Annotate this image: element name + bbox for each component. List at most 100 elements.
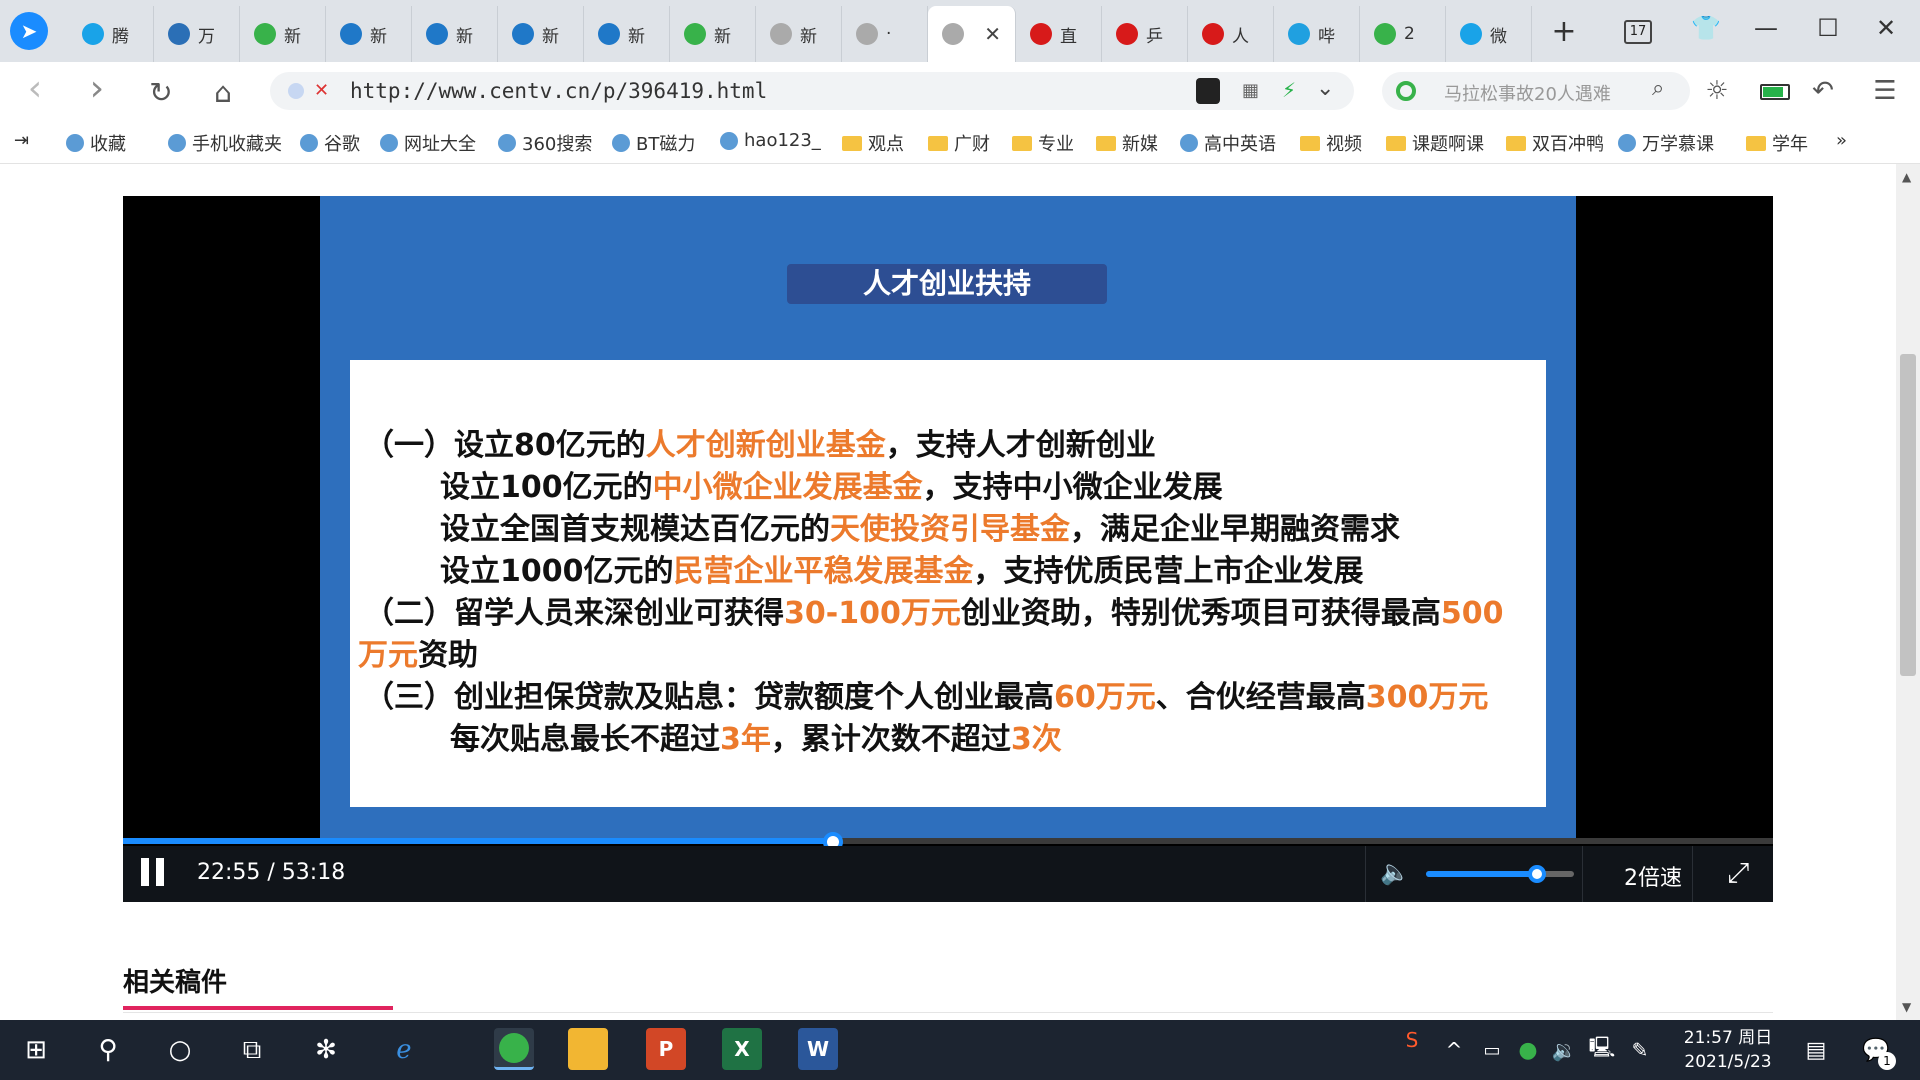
scrollbar-thumb[interactable] bbox=[1900, 354, 1916, 676]
tab-8[interactable]: 新 bbox=[756, 6, 842, 62]
bookmark-3[interactable]: 网址大全 bbox=[380, 130, 476, 156]
cortana-icon[interactable]: ○ bbox=[160, 1030, 200, 1070]
sun-icon[interactable]: ☼ bbox=[1700, 76, 1734, 106]
bookmark-2[interactable]: 谷歌 bbox=[300, 130, 360, 156]
tab-label: 2 bbox=[1404, 24, 1415, 44]
tab-12[interactable]: 乒 bbox=[1102, 6, 1188, 62]
address-bar[interactable]: ✕ http://www.centv.cn/p/396419.html ▦ ⚡ … bbox=[270, 72, 1354, 110]
speaker-icon[interactable]: 🔉 bbox=[1544, 1030, 1584, 1070]
video-play-icon bbox=[82, 23, 104, 45]
extension-icon[interactable] bbox=[1196, 78, 1220, 104]
home-button[interactable]: ⌂ bbox=[206, 76, 240, 109]
notes-icon[interactable]: ▤ bbox=[1796, 1030, 1836, 1070]
lightning-icon[interactable]: ⚡ bbox=[1282, 78, 1296, 102]
shirt-icon[interactable]: 👕 bbox=[1686, 14, 1726, 42]
tab-1[interactable]: 万 bbox=[154, 6, 240, 62]
tab-0[interactable]: 腾 bbox=[68, 6, 154, 62]
tab-11[interactable]: 直 bbox=[1016, 6, 1102, 62]
battery-tray-icon[interactable]: ▭ bbox=[1472, 1030, 1512, 1070]
bookmark-11[interactable]: 高中英语 bbox=[1180, 130, 1276, 156]
reload-button[interactable]: ↻ bbox=[144, 76, 178, 109]
chevron-up-icon[interactable]: ^ bbox=[1434, 1030, 1474, 1070]
bookmark-7[interactable]: 观点 bbox=[842, 130, 904, 156]
slide-line: （二）留学人员来深创业可获得30-100万元创业资助，特别优秀项目可获得最高50… bbox=[364, 588, 1503, 632]
bookmark-14[interactable]: 双百冲鸭 bbox=[1506, 130, 1604, 156]
pen-icon[interactable]: ✎ bbox=[1620, 1030, 1660, 1070]
bookmark-label: 专业 bbox=[1038, 134, 1074, 155]
tab-9[interactable]: · bbox=[842, 6, 928, 62]
bookmark-12[interactable]: 视频 bbox=[1300, 130, 1362, 156]
bookmark-1[interactable]: 手机收藏夹 bbox=[168, 130, 282, 156]
more-bookmarks-button[interactable]: » bbox=[1836, 130, 1847, 151]
fullscreen-icon[interactable]: ⤢ bbox=[1727, 856, 1749, 890]
url-text[interactable]: http://www.centv.cn/p/396419.html bbox=[350, 79, 767, 103]
task-view-icon[interactable]: ⧉ bbox=[232, 1030, 272, 1070]
ie-icon[interactable]: ℯ bbox=[384, 1030, 424, 1070]
menu-icon[interactable]: ☰ bbox=[1868, 76, 1902, 106]
bookmark-16[interactable]: 学年 bbox=[1746, 130, 1808, 156]
bookmark-9[interactable]: 专业 bbox=[1012, 130, 1074, 156]
scroll-up-icon[interactable]: ▲ bbox=[1902, 170, 1911, 184]
excel-icon[interactable]: X bbox=[722, 1028, 762, 1070]
bookmark-5[interactable]: BT磁力 bbox=[612, 130, 695, 156]
battery-icon[interactable] bbox=[1760, 84, 1790, 100]
volume-handle[interactable] bbox=[1528, 865, 1546, 883]
tab-4[interactable]: 新 bbox=[412, 6, 498, 62]
network-icon[interactable]: 🖳 bbox=[1582, 1030, 1622, 1070]
360-tray-icon[interactable]: ● bbox=[1508, 1030, 1548, 1070]
bookmark-13[interactable]: 课题啊课 bbox=[1386, 130, 1484, 156]
360-search-icon[interactable] bbox=[1396, 81, 1416, 101]
sidebar-toggle-icon[interactable]: ⇥ bbox=[14, 130, 29, 151]
speed-button[interactable]: 2倍速 bbox=[1603, 860, 1703, 892]
search-icon[interactable]: ⚲ bbox=[88, 1030, 128, 1070]
windows-start-icon[interactable]: ⊞ bbox=[16, 1030, 56, 1070]
minimize-button[interactable]: — bbox=[1746, 14, 1786, 42]
volume-icon[interactable]: 🔈 bbox=[1380, 858, 1410, 886]
search-box[interactable]: 马拉松事故20人遇难 ⌕ bbox=[1382, 72, 1690, 110]
bookmark-10[interactable]: 新媒 bbox=[1096, 130, 1158, 156]
back-button[interactable]: ‹ bbox=[18, 68, 52, 109]
pause-button[interactable] bbox=[135, 858, 169, 892]
tab-13[interactable]: 人 bbox=[1188, 6, 1274, 62]
word-icon[interactable]: W bbox=[798, 1028, 838, 1070]
tab-2[interactable]: 新 bbox=[240, 6, 326, 62]
powerpoint-icon[interactable]: P bbox=[646, 1028, 686, 1070]
browser-logo-icon[interactable]: ➤ bbox=[10, 12, 48, 50]
bookmark-4[interactable]: 360搜索 bbox=[498, 130, 592, 156]
slide-content: （一）设立80亿元的人才创新创业基金，支持人才创新创业 设立100亿元的中小微企业… bbox=[350, 360, 1546, 807]
tab-count-badge[interactable]: 17 bbox=[1624, 20, 1652, 44]
pinwheel-icon[interactable]: ✻ bbox=[306, 1030, 346, 1070]
undo-icon[interactable]: ↶ bbox=[1806, 76, 1840, 106]
tab-15[interactable]: 2 bbox=[1360, 6, 1446, 62]
taskbar-clock[interactable]: 21:57 周日 2021/5/23 bbox=[1668, 1026, 1788, 1074]
new-tab-button[interactable]: + bbox=[1544, 14, 1584, 49]
scroll-down-icon[interactable]: ▼ bbox=[1902, 1000, 1911, 1014]
highlight-text: 民营企业平稳发展基金 bbox=[673, 554, 974, 589]
folder-icon bbox=[842, 135, 862, 151]
close-tab-icon[interactable]: ✕ bbox=[984, 22, 1001, 46]
search-input[interactable]: 马拉松事故20人遇难 bbox=[1444, 80, 1611, 106]
maximize-button[interactable]: ☐ bbox=[1808, 14, 1848, 42]
file-explorer-icon[interactable] bbox=[568, 1028, 608, 1070]
page-scrollbar[interactable]: ▲ ▼ bbox=[1896, 164, 1920, 1020]
tab-14[interactable]: 哔 bbox=[1274, 6, 1360, 62]
close-window-button[interactable]: ✕ bbox=[1866, 14, 1906, 42]
tab-6[interactable]: 新 bbox=[584, 6, 670, 62]
bookmark-8[interactable]: 广财 bbox=[928, 130, 990, 156]
tab-7[interactable]: 新 bbox=[670, 6, 756, 62]
bookmark-0[interactable]: 收藏 bbox=[66, 130, 126, 156]
bookmark-label: 双百冲鸭 bbox=[1532, 134, 1604, 155]
tab-10[interactable]: ✕ bbox=[928, 6, 1016, 62]
chevron-down-icon[interactable]: ⌄ bbox=[1316, 76, 1334, 101]
qrcode-icon[interactable]: ▦ bbox=[1242, 80, 1259, 101]
tab-3[interactable]: 新 bbox=[326, 6, 412, 62]
tab-16[interactable]: 微 bbox=[1446, 6, 1532, 62]
forward-button[interactable]: › bbox=[80, 68, 114, 109]
sogou-ime-icon[interactable]: S bbox=[1392, 1020, 1432, 1060]
tab-5[interactable]: 新 bbox=[498, 6, 584, 62]
360-browser-taskbar-icon[interactable] bbox=[494, 1028, 534, 1070]
search-icon[interactable]: ⌕ bbox=[1652, 76, 1664, 101]
video-player[interactable]: 人才创业扶持 （一）设立80亿元的人才创新创业基金，支持人才创新创业 设立100亿… bbox=[123, 196, 1773, 902]
bookmark-15[interactable]: 万学慕课 bbox=[1618, 130, 1714, 156]
bookmark-6[interactable]: hao123_ bbox=[720, 130, 821, 151]
